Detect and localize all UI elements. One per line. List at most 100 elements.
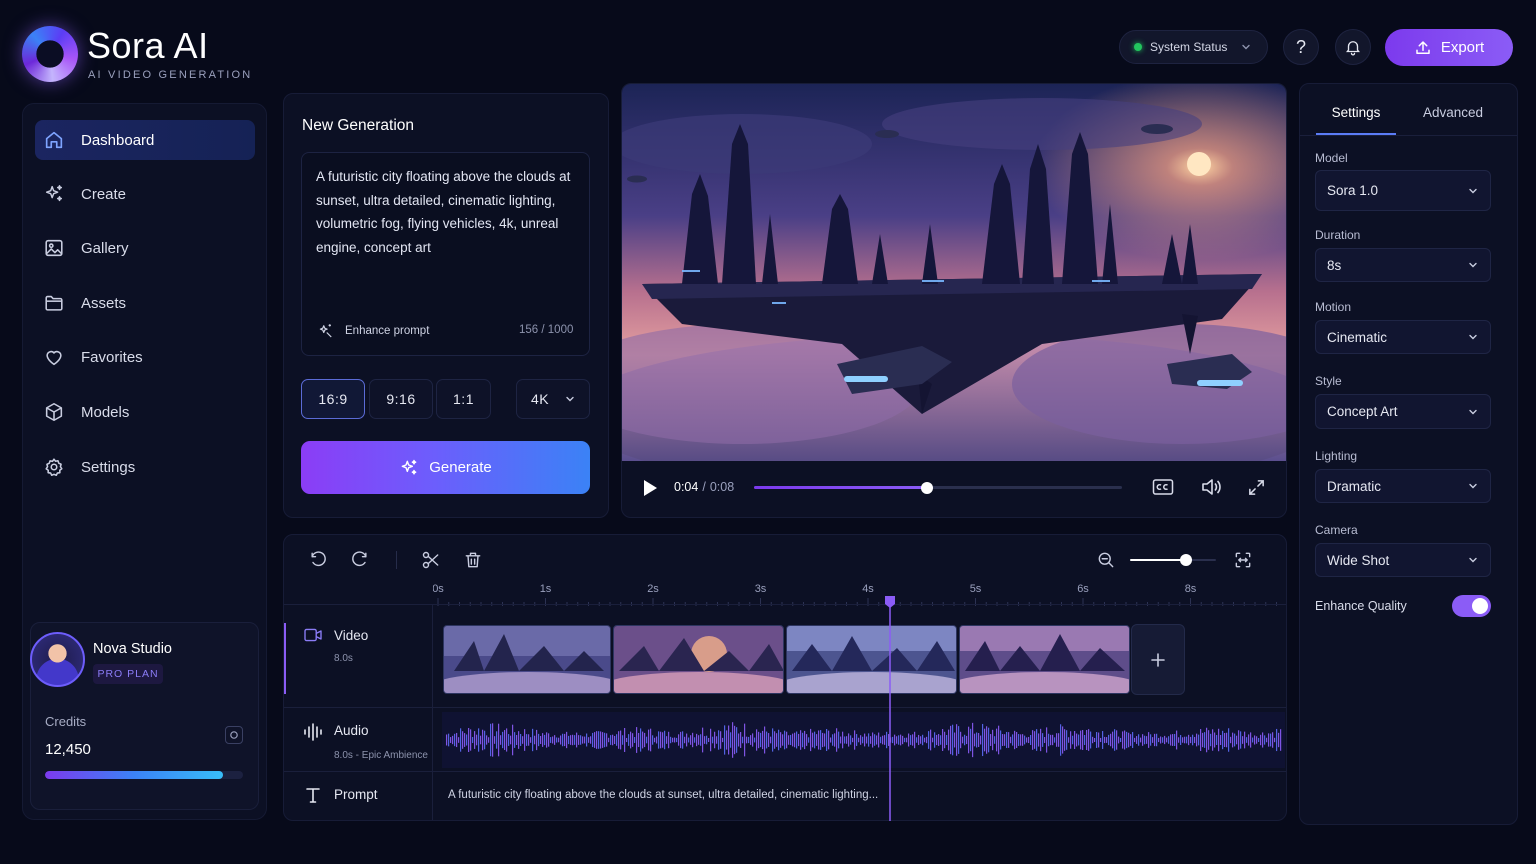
captions-icon bbox=[1152, 478, 1174, 496]
waveform-bar bbox=[1082, 730, 1084, 750]
waveform-bar bbox=[1120, 737, 1122, 743]
sidebar-item-create[interactable]: Create bbox=[35, 174, 255, 214]
waveform-bar bbox=[806, 734, 808, 746]
sidebar-item-favorites[interactable]: Favorites bbox=[35, 337, 255, 377]
time-separator: / bbox=[702, 480, 706, 494]
waveform-bar bbox=[658, 731, 660, 749]
help-button[interactable]: ? bbox=[1283, 29, 1319, 65]
waveform-bar bbox=[612, 734, 614, 746]
sidebar-item-models[interactable]: Models bbox=[35, 392, 255, 432]
enhance-quality-toggle[interactable] bbox=[1452, 595, 1491, 617]
waveform-bar bbox=[914, 731, 916, 749]
waveform-bar bbox=[858, 737, 860, 743]
home-icon bbox=[43, 129, 65, 151]
export-button[interactable]: Export bbox=[1385, 29, 1513, 66]
sidebar-item-gallery[interactable]: Gallery bbox=[35, 228, 255, 268]
video-clip[interactable] bbox=[443, 625, 611, 694]
video-preview[interactable] bbox=[622, 84, 1286, 461]
waveform-bar bbox=[822, 732, 824, 748]
timeline-playhead[interactable] bbox=[884, 596, 895, 821]
system-status-button[interactable]: System Status bbox=[1119, 30, 1268, 64]
video-progress-handle[interactable] bbox=[920, 481, 933, 494]
waveform-bar bbox=[730, 732, 732, 748]
ratio-1-1-button[interactable]: 1:1 bbox=[436, 379, 491, 419]
waveform-bar bbox=[576, 732, 578, 748]
waveform-bar bbox=[762, 730, 764, 750]
cut-button[interactable] bbox=[421, 550, 441, 570]
waveform-bar bbox=[1268, 733, 1270, 747]
sidebar-item-assets[interactable]: Assets bbox=[35, 283, 255, 323]
play-button[interactable] bbox=[641, 478, 659, 498]
zoom-slider[interactable] bbox=[1130, 554, 1216, 566]
waveform-bar bbox=[1110, 733, 1112, 747]
ratio-9-16-button[interactable]: 9:16 bbox=[369, 379, 433, 419]
credits-icon[interactable] bbox=[225, 726, 243, 744]
lighting-select[interactable]: Dramatic bbox=[1315, 469, 1491, 503]
captions-button[interactable] bbox=[1152, 478, 1174, 496]
waveform-bar bbox=[1010, 736, 1012, 744]
waveform-bar bbox=[1088, 729, 1090, 751]
resolution-select[interactable]: 4K bbox=[516, 379, 590, 419]
enhance-prompt-button[interactable]: Enhance prompt bbox=[317, 322, 429, 340]
waveform-bar bbox=[966, 735, 968, 745]
waveform-bar bbox=[524, 729, 526, 751]
waveform-bar bbox=[1278, 732, 1280, 748]
sidebar-item-dashboard[interactable]: Dashboard bbox=[35, 120, 255, 160]
style-select[interactable]: Concept Art bbox=[1315, 394, 1491, 429]
prompt-text[interactable]: A futuristic city floating above the clo… bbox=[316, 165, 582, 259]
waveform-bar bbox=[850, 735, 852, 745]
add-clip-button[interactable] bbox=[1131, 624, 1185, 695]
waveform-bar bbox=[834, 733, 836, 747]
waveform-bar bbox=[510, 735, 512, 745]
waveform-bar bbox=[922, 734, 924, 746]
prompt-track-text[interactable]: A futuristic city floating above the clo… bbox=[448, 789, 878, 801]
video-clip[interactable] bbox=[786, 625, 957, 694]
audio-clip[interactable] bbox=[442, 712, 1285, 768]
fullscreen-button[interactable] bbox=[1247, 478, 1266, 497]
motion-select[interactable]: Cinematic bbox=[1315, 320, 1491, 354]
camera-select[interactable]: Wide Shot bbox=[1315, 543, 1491, 577]
zoom-out-button[interactable] bbox=[1096, 550, 1116, 570]
ratio-16-9-button[interactable]: 16:9 bbox=[301, 379, 365, 419]
waveform-bar bbox=[1262, 732, 1264, 748]
avatar[interactable] bbox=[30, 632, 85, 687]
video-progress-bar[interactable] bbox=[754, 481, 1122, 494]
video-clip[interactable] bbox=[613, 625, 784, 694]
redo-button[interactable] bbox=[350, 550, 370, 570]
waveform-bar bbox=[728, 725, 730, 755]
fit-timeline-button[interactable] bbox=[1233, 550, 1253, 570]
generate-button[interactable]: Generate bbox=[301, 441, 590, 494]
duration-select[interactable]: 8s bbox=[1315, 248, 1491, 282]
notifications-button[interactable] bbox=[1335, 29, 1371, 65]
waveform-bar bbox=[1096, 732, 1098, 748]
waveform-bar bbox=[1014, 730, 1016, 750]
plus-icon bbox=[1150, 652, 1166, 668]
tab-settings[interactable]: Settings bbox=[1316, 105, 1396, 120]
motion-label: Motion bbox=[1315, 300, 1352, 314]
video-clip[interactable] bbox=[959, 625, 1130, 694]
waveform-bar bbox=[1264, 735, 1266, 745]
waveform-bar bbox=[1248, 734, 1250, 746]
waveform-bar bbox=[738, 733, 740, 747]
model-select[interactable]: Sora 1.0 bbox=[1315, 170, 1491, 211]
waveform-bar bbox=[906, 737, 908, 743]
zoom-slider-handle[interactable] bbox=[1179, 554, 1192, 566]
waveform-bar bbox=[618, 731, 620, 749]
waveform-bar bbox=[1150, 734, 1152, 746]
waveform-bar bbox=[702, 727, 704, 753]
waveform-bar bbox=[636, 727, 638, 753]
waveform-bar bbox=[1034, 731, 1036, 749]
volume-button[interactable] bbox=[1200, 477, 1222, 497]
waveform-bar bbox=[988, 727, 990, 753]
waveform-bar bbox=[836, 728, 838, 752]
waveform-bar bbox=[622, 735, 624, 745]
tab-advanced[interactable]: Advanced bbox=[1412, 105, 1494, 120]
waveform-bar bbox=[530, 737, 532, 743]
help-icon: ? bbox=[1295, 36, 1306, 57]
waveform-bar bbox=[818, 730, 820, 750]
waveform-bar bbox=[1166, 737, 1168, 743]
sidebar-item-settings[interactable]: Settings bbox=[35, 447, 255, 487]
undo-button[interactable] bbox=[308, 550, 328, 570]
delete-button[interactable] bbox=[463, 550, 483, 570]
waveform-bar bbox=[726, 730, 728, 750]
